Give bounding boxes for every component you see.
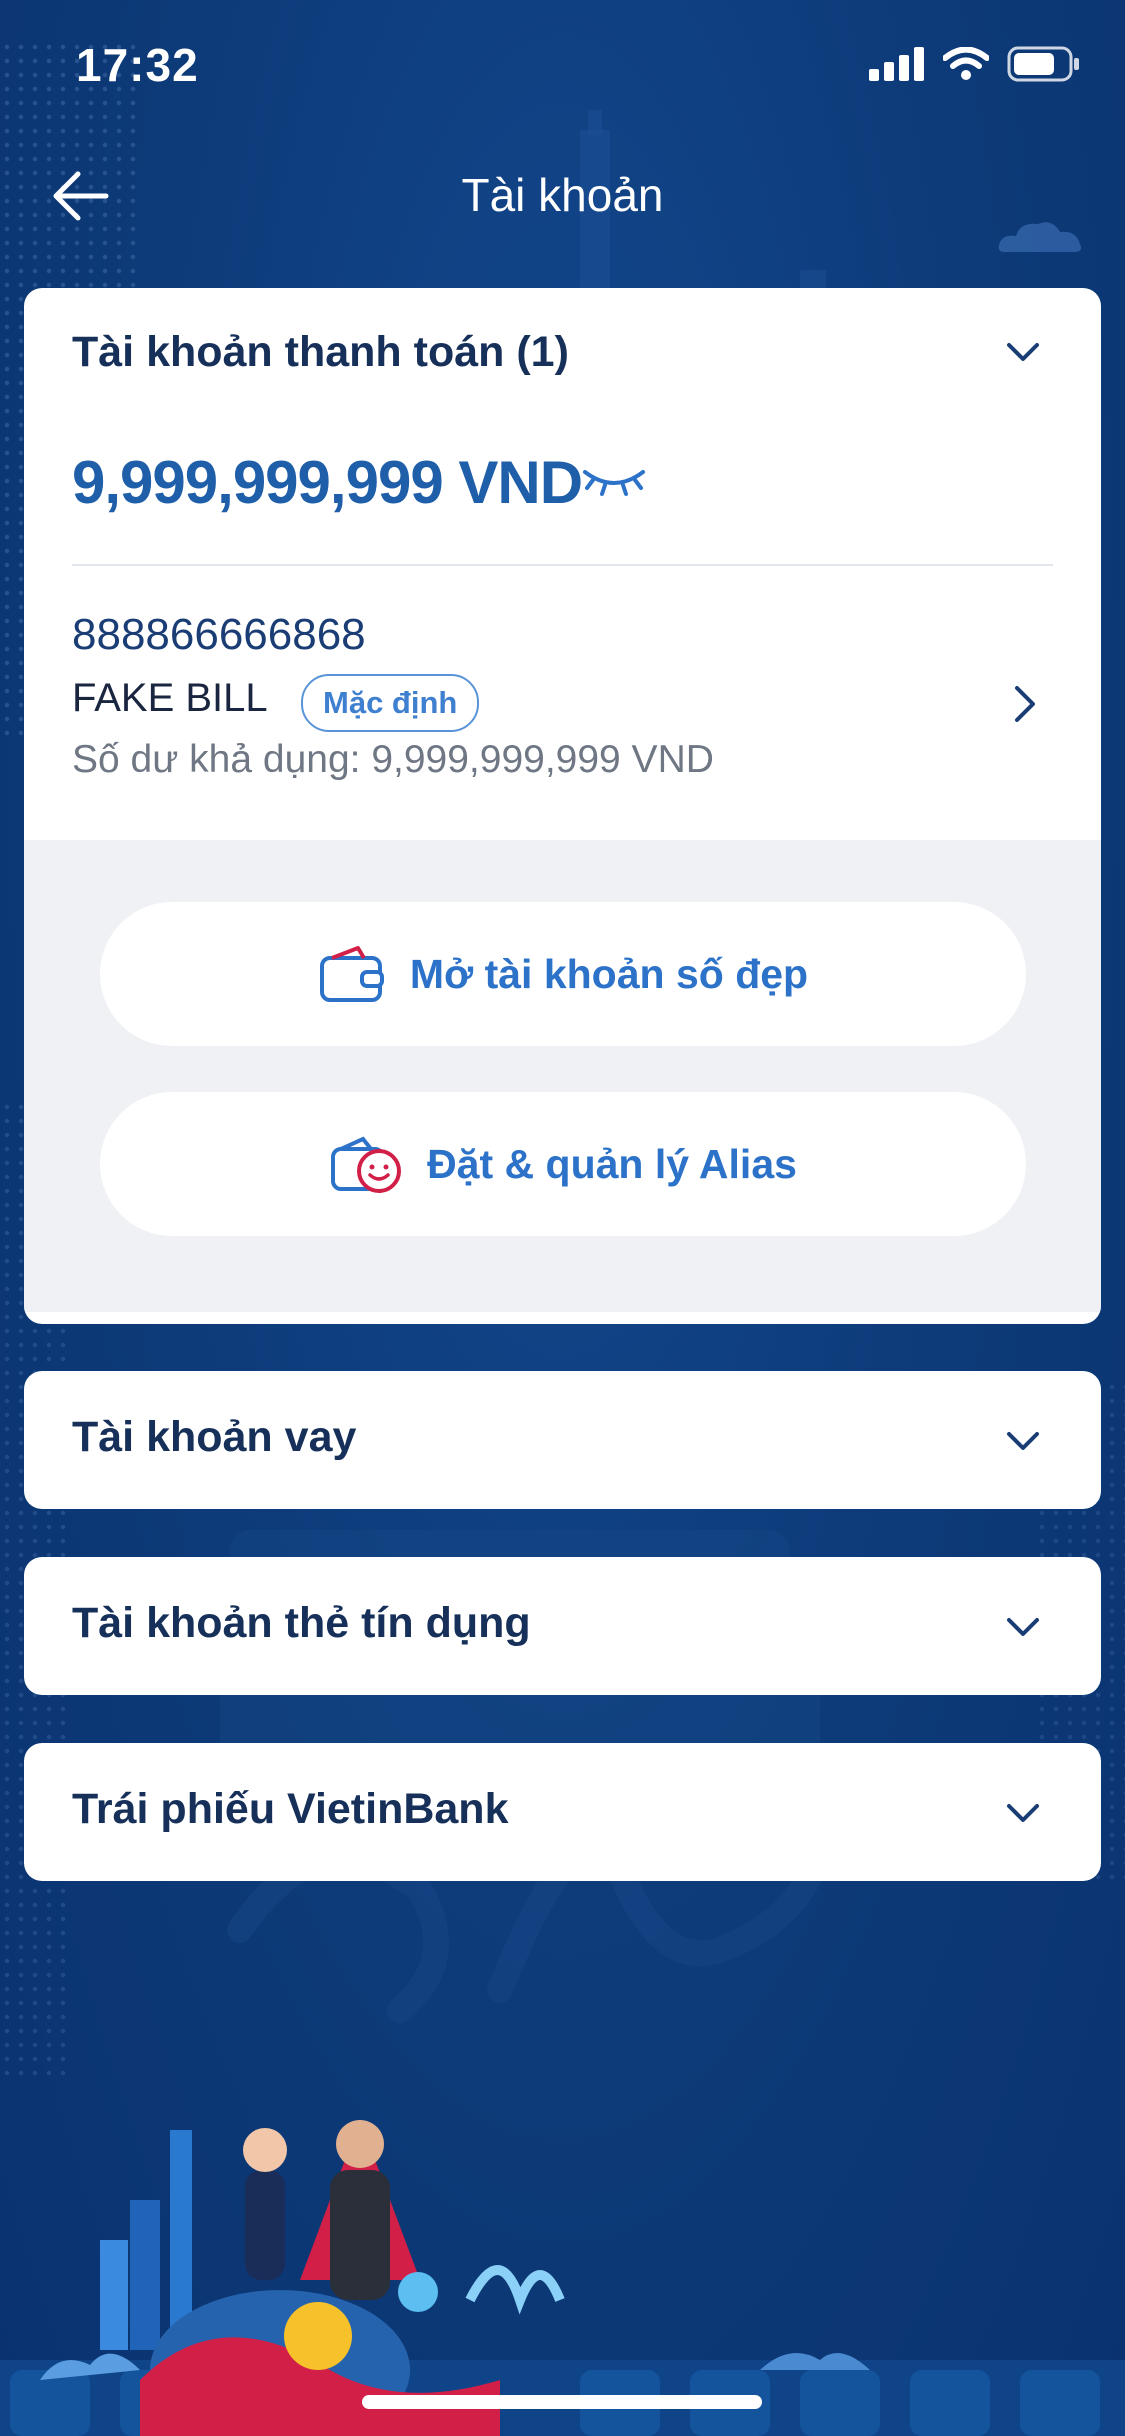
chevron-right-icon[interactable] <box>1013 684 1037 724</box>
chevron-down-icon[interactable] <box>1005 1429 1041 1453</box>
battery-icon <box>1007 46 1079 82</box>
signal-icon <box>869 47 924 81</box>
smile-wallet-icon <box>331 1136 402 1193</box>
status-bar: 17:32 <box>0 0 1125 130</box>
eye-closed-icon[interactable] <box>579 460 649 500</box>
default-badge: Mặc định <box>301 674 480 732</box>
account-number: 888866666868 <box>72 610 366 659</box>
credit-card-account-card[interactable]: Tài khoản thẻ tín dụng <box>24 1557 1101 1695</box>
payment-account-heading[interactable]: Tài khoản thanh toán (1) <box>72 328 569 377</box>
available-balance: Số dư khả dụng: 9,999,999,999 VND <box>72 738 714 781</box>
loan-account-card[interactable]: Tài khoản vay <box>24 1371 1101 1509</box>
status-icons <box>869 46 1081 82</box>
chevron-up-icon[interactable] <box>1005 340 1041 364</box>
open-vanity-account-button[interactable]: Mở tài khoản số đẹp <box>100 902 1026 1046</box>
home-indicator[interactable] <box>362 2395 762 2409</box>
vietinbank-bond-heading: Trái phiếu VietinBank <box>72 1785 509 1833</box>
divider <box>72 564 1053 566</box>
account-actions-area: Mở tài khoản số đẹp Đặt & quản lý Alias <box>24 840 1101 1312</box>
chevron-down-icon[interactable] <box>1005 1615 1041 1639</box>
open-vanity-account-label: Mở tài khoản số đẹp <box>409 950 809 997</box>
total-balance: 9,999,999,999 VND <box>72 449 583 516</box>
promo-illustration <box>0 2120 1125 2436</box>
account-name: FAKE BILL <box>72 676 268 720</box>
loan-account-heading: Tài khoản vay <box>72 1413 357 1461</box>
page-title: Tài khoản <box>461 169 664 221</box>
chevron-down-icon[interactable] <box>1005 1801 1041 1825</box>
manage-alias-button[interactable]: Đặt & quản lý Alias <box>100 1092 1026 1236</box>
wifi-icon <box>943 47 989 80</box>
status-time: 17:32 <box>76 39 199 91</box>
manage-alias-label: Đặt & quản lý Alias <box>427 1140 797 1187</box>
credit-card-account-heading: Tài khoản thẻ tín dụng <box>72 1599 531 1647</box>
header: Tài khoản <box>0 150 1125 240</box>
payment-account-card: Tài khoản thanh toán (1) 9,999,999,999 V… <box>24 288 1101 1324</box>
vietinbank-bond-card[interactable]: Trái phiếu VietinBank <box>24 1743 1101 1881</box>
wallet-icon <box>319 946 384 1002</box>
